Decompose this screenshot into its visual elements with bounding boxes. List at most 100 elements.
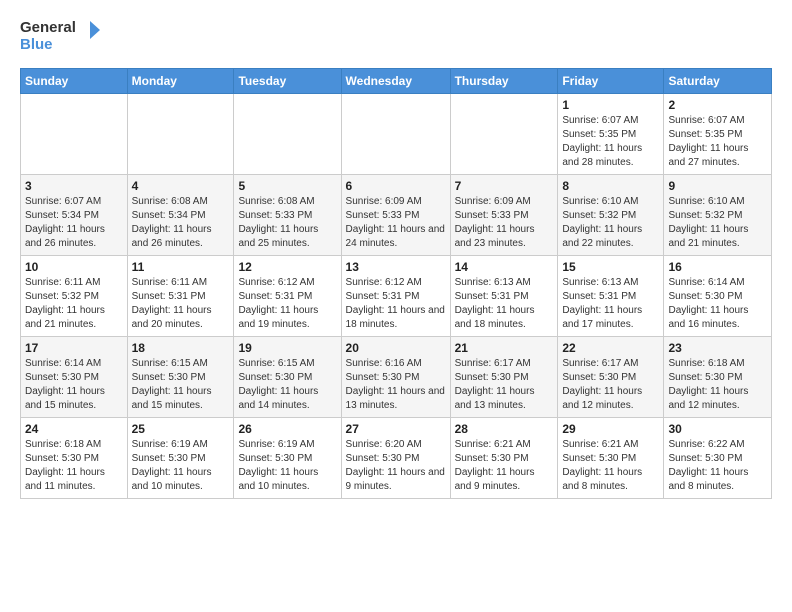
calendar-cell: 13 Sunrise: 6:12 AM Sunset: 5:31 PM Dayli… [341,256,450,337]
day-info: Sunrise: 6:15 AM Sunset: 5:30 PM Dayligh… [238,357,336,413]
day-of-week-header: Monday [127,69,234,94]
page: General Blue SundayMondayTuesdayWednesda… [0,0,792,509]
day-number: 23 [668,341,767,355]
day-info: Sunrise: 6:08 AM Sunset: 5:34 PM Dayligh… [132,195,230,251]
day-info: Sunrise: 6:21 AM Sunset: 5:30 PM Dayligh… [562,438,659,494]
calendar-cell [127,94,234,175]
day-number: 10 [25,260,123,274]
day-of-week-header: Sunday [21,69,128,94]
day-number: 14 [455,260,554,274]
calendar-cell: 5 Sunrise: 6:08 AM Sunset: 5:33 PM Daylig… [234,175,341,256]
calendar-cell: 22Sunrise: 6:17 AM Sunset: 5:30 PM Dayli… [558,337,664,418]
calendar-cell: 20 Sunrise: 6:16 AM Sunset: 5:30 PM Dayli… [341,337,450,418]
day-number: 25 [132,422,230,436]
calendar-cell: 17 Sunrise: 6:14 AM Sunset: 5:30 PM Dayli… [21,337,128,418]
day-number: 3 [25,179,123,193]
calendar-cell: 27 Sunrise: 6:20 AM Sunset: 5:30 PM Dayli… [341,418,450,499]
calendar-cell: 12Sunrise: 6:12 AM Sunset: 5:31 PM Dayli… [234,256,341,337]
day-info: Sunrise: 6:21 AM Sunset: 5:30 PM Dayligh… [455,438,554,494]
day-number: 22 [562,341,659,355]
day-of-week-header: Wednesday [341,69,450,94]
calendar-cell [21,94,128,175]
calendar-week-row: 3 Sunrise: 6:07 AM Sunset: 5:34 PM Daylig… [21,175,772,256]
logo-svg: General Blue [20,16,100,58]
day-info: Sunrise: 6:16 AM Sunset: 5:30 PM Dayligh… [346,357,446,413]
header-row: SundayMondayTuesdayWednesdayThursdayFrid… [21,69,772,94]
day-number: 17 [25,341,123,355]
day-number: 16 [668,260,767,274]
day-number: 24 [25,422,123,436]
day-number: 26 [238,422,336,436]
day-info: Sunrise: 6:09 AM Sunset: 5:33 PM Dayligh… [346,195,446,251]
day-info: Sunrise: 6:20 AM Sunset: 5:30 PM Dayligh… [346,438,446,494]
calendar-cell: 3 Sunrise: 6:07 AM Sunset: 5:34 PM Daylig… [21,175,128,256]
day-number: 27 [346,422,446,436]
day-of-week-header: Thursday [450,69,558,94]
svg-text:Blue: Blue [20,36,53,53]
header: General Blue [20,16,772,58]
calendar-cell: 30Sunrise: 6:22 AM Sunset: 5:30 PM Dayli… [664,418,772,499]
day-of-week-header: Tuesday [234,69,341,94]
day-info: Sunrise: 6:13 AM Sunset: 5:31 PM Dayligh… [455,276,554,332]
day-info: Sunrise: 6:10 AM Sunset: 5:32 PM Dayligh… [562,195,659,251]
day-number: 8 [562,179,659,193]
day-number: 30 [668,422,767,436]
day-info: Sunrise: 6:18 AM Sunset: 5:30 PM Dayligh… [668,357,767,413]
day-number: 6 [346,179,446,193]
calendar-week-row: 10 Sunrise: 6:11 AM Sunset: 5:32 PM Dayli… [21,256,772,337]
day-number: 11 [132,260,230,274]
calendar-cell: 6 Sunrise: 6:09 AM Sunset: 5:33 PM Daylig… [341,175,450,256]
calendar-cell: 23 Sunrise: 6:18 AM Sunset: 5:30 PM Dayli… [664,337,772,418]
day-info: Sunrise: 6:08 AM Sunset: 5:33 PM Dayligh… [238,195,336,251]
day-info: Sunrise: 6:07 AM Sunset: 5:34 PM Dayligh… [25,195,123,251]
calendar-cell: 2Sunrise: 6:07 AM Sunset: 5:35 PM Daylig… [664,94,772,175]
day-of-week-header: Saturday [664,69,772,94]
day-info: Sunrise: 6:07 AM Sunset: 5:35 PM Dayligh… [562,114,659,170]
calendar-cell: 26 Sunrise: 6:19 AM Sunset: 5:30 PM Dayli… [234,418,341,499]
calendar-cell: 16 Sunrise: 6:14 AM Sunset: 5:30 PM Dayli… [664,256,772,337]
day-number: 29 [562,422,659,436]
calendar-cell: 28 Sunrise: 6:21 AM Sunset: 5:30 PM Dayli… [450,418,558,499]
day-number: 13 [346,260,446,274]
calendar-cell: 7Sunrise: 6:09 AM Sunset: 5:33 PM Daylig… [450,175,558,256]
day-info: Sunrise: 6:13 AM Sunset: 5:31 PM Dayligh… [562,276,659,332]
calendar-cell [234,94,341,175]
logo: General Blue [20,16,100,58]
day-number: 18 [132,341,230,355]
calendar-cell: 14 Sunrise: 6:13 AM Sunset: 5:31 PM Dayli… [450,256,558,337]
day-number: 28 [455,422,554,436]
calendar-cell: 19 Sunrise: 6:15 AM Sunset: 5:30 PM Dayli… [234,337,341,418]
day-info: Sunrise: 6:15 AM Sunset: 5:30 PM Dayligh… [132,357,230,413]
day-info: Sunrise: 6:14 AM Sunset: 5:30 PM Dayligh… [668,276,767,332]
calendar: SundayMondayTuesdayWednesdayThursdayFrid… [20,68,772,499]
calendar-cell: 1 Sunrise: 6:07 AM Sunset: 5:35 PM Daylig… [558,94,664,175]
calendar-cell: 10 Sunrise: 6:11 AM Sunset: 5:32 PM Dayli… [21,256,128,337]
day-number: 5 [238,179,336,193]
calendar-cell: 24Sunrise: 6:18 AM Sunset: 5:30 PM Dayli… [21,418,128,499]
day-info: Sunrise: 6:11 AM Sunset: 5:31 PM Dayligh… [132,276,230,332]
day-info: Sunrise: 6:19 AM Sunset: 5:30 PM Dayligh… [238,438,336,494]
calendar-cell: 15 Sunrise: 6:13 AM Sunset: 5:31 PM Dayli… [558,256,664,337]
day-number: 7 [455,179,554,193]
calendar-cell: 25Sunrise: 6:19 AM Sunset: 5:30 PM Dayli… [127,418,234,499]
calendar-cell: 4Sunrise: 6:08 AM Sunset: 5:34 PM Daylig… [127,175,234,256]
calendar-cell: 9Sunrise: 6:10 AM Sunset: 5:32 PM Daylig… [664,175,772,256]
calendar-cell [341,94,450,175]
calendar-cell: 11 Sunrise: 6:11 AM Sunset: 5:31 PM Dayli… [127,256,234,337]
svg-text:General: General [20,19,76,36]
day-number: 1 [562,98,659,112]
calendar-cell: 29 Sunrise: 6:21 AM Sunset: 5:30 PM Dayli… [558,418,664,499]
calendar-cell: 8 Sunrise: 6:10 AM Sunset: 5:32 PM Daylig… [558,175,664,256]
day-number: 15 [562,260,659,274]
day-number: 21 [455,341,554,355]
day-info: Sunrise: 6:11 AM Sunset: 5:32 PM Dayligh… [25,276,123,332]
calendar-cell [450,94,558,175]
calendar-week-row: 1 Sunrise: 6:07 AM Sunset: 5:35 PM Daylig… [21,94,772,175]
day-info: Sunrise: 6:12 AM Sunset: 5:31 PM Dayligh… [346,276,446,332]
calendar-cell: 21Sunrise: 6:17 AM Sunset: 5:30 PM Dayli… [450,337,558,418]
day-info: Sunrise: 6:07 AM Sunset: 5:35 PM Dayligh… [668,114,767,170]
day-info: Sunrise: 6:14 AM Sunset: 5:30 PM Dayligh… [25,357,123,413]
day-info: Sunrise: 6:12 AM Sunset: 5:31 PM Dayligh… [238,276,336,332]
day-number: 19 [238,341,336,355]
day-number: 20 [346,341,446,355]
